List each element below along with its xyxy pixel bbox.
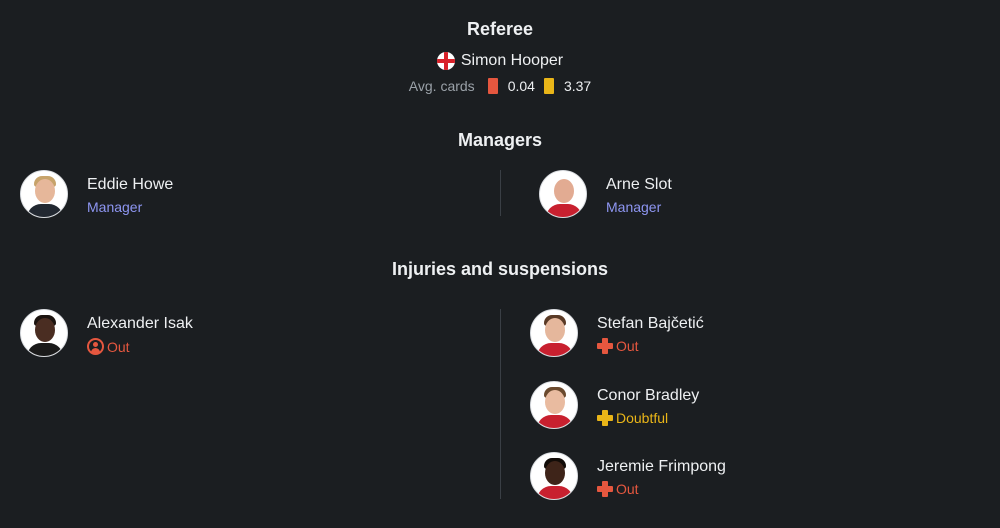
referee-avg-cards: Avg. cards 0.04 3.37: [0, 78, 1000, 94]
manager-name: Arne Slot: [606, 176, 672, 193]
referee-name: Simon Hooper: [460, 52, 564, 69]
avatar: [20, 309, 68, 357]
avatar: [20, 170, 68, 218]
injuries-title: Injuries and suspensions: [391, 259, 609, 279]
injury-cross-icon: [597, 410, 613, 426]
column-divider: [500, 309, 501, 499]
player-name: Conor Bradley: [597, 387, 700, 404]
injury-away-bajcetic[interactable]: Stefan Bajčetić Out: [530, 309, 704, 357]
player-name: Jeremie Frimpong: [597, 458, 726, 475]
avatar: [530, 452, 578, 500]
manager-name: Eddie Howe: [87, 176, 174, 193]
managers-title: Managers: [457, 130, 543, 150]
column-divider: [500, 170, 501, 216]
injury-home-isak[interactable]: Alexander Isak Out: [20, 309, 193, 357]
suspension-icon: [87, 338, 104, 355]
match-info-panel: Referee Simon Hooper Avg. cards 0.04 3.3…: [0, 0, 1000, 528]
referee-title: Referee: [466, 19, 534, 39]
yellow-card-avg: 3.37: [563, 78, 592, 94]
injury-cross-icon: [597, 481, 613, 497]
avatar: [530, 381, 578, 429]
manager-role: Manager: [87, 199, 143, 215]
red-card-avg: 0.04: [507, 78, 535, 94]
injury-away-bradley[interactable]: Conor Bradley Doubtful: [530, 381, 699, 429]
manager-role: Manager: [606, 199, 662, 215]
player-status: Out: [597, 338, 704, 354]
yellow-card-icon: [543, 78, 554, 94]
avg-cards-label: Avg. cards: [408, 78, 475, 94]
england-flag-icon: [436, 52, 455, 70]
player-status: Out: [597, 481, 726, 497]
player-name: Stefan Bajčetić: [597, 315, 704, 332]
player-status: Out: [87, 338, 193, 355]
referee-row[interactable]: Simon Hooper: [0, 52, 1000, 70]
injury-cross-icon: [597, 338, 613, 354]
injury-away-frimpong[interactable]: Jeremie Frimpong Out: [530, 452, 726, 500]
manager-away[interactable]: Arne Slot Manager: [539, 170, 672, 218]
avatar: [539, 170, 587, 218]
player-name: Alexander Isak: [87, 315, 193, 332]
manager-home[interactable]: Eddie Howe Manager: [20, 170, 173, 218]
player-status: Doubtful: [597, 410, 699, 426]
avatar: [530, 309, 578, 357]
red-card-icon: [487, 78, 498, 94]
